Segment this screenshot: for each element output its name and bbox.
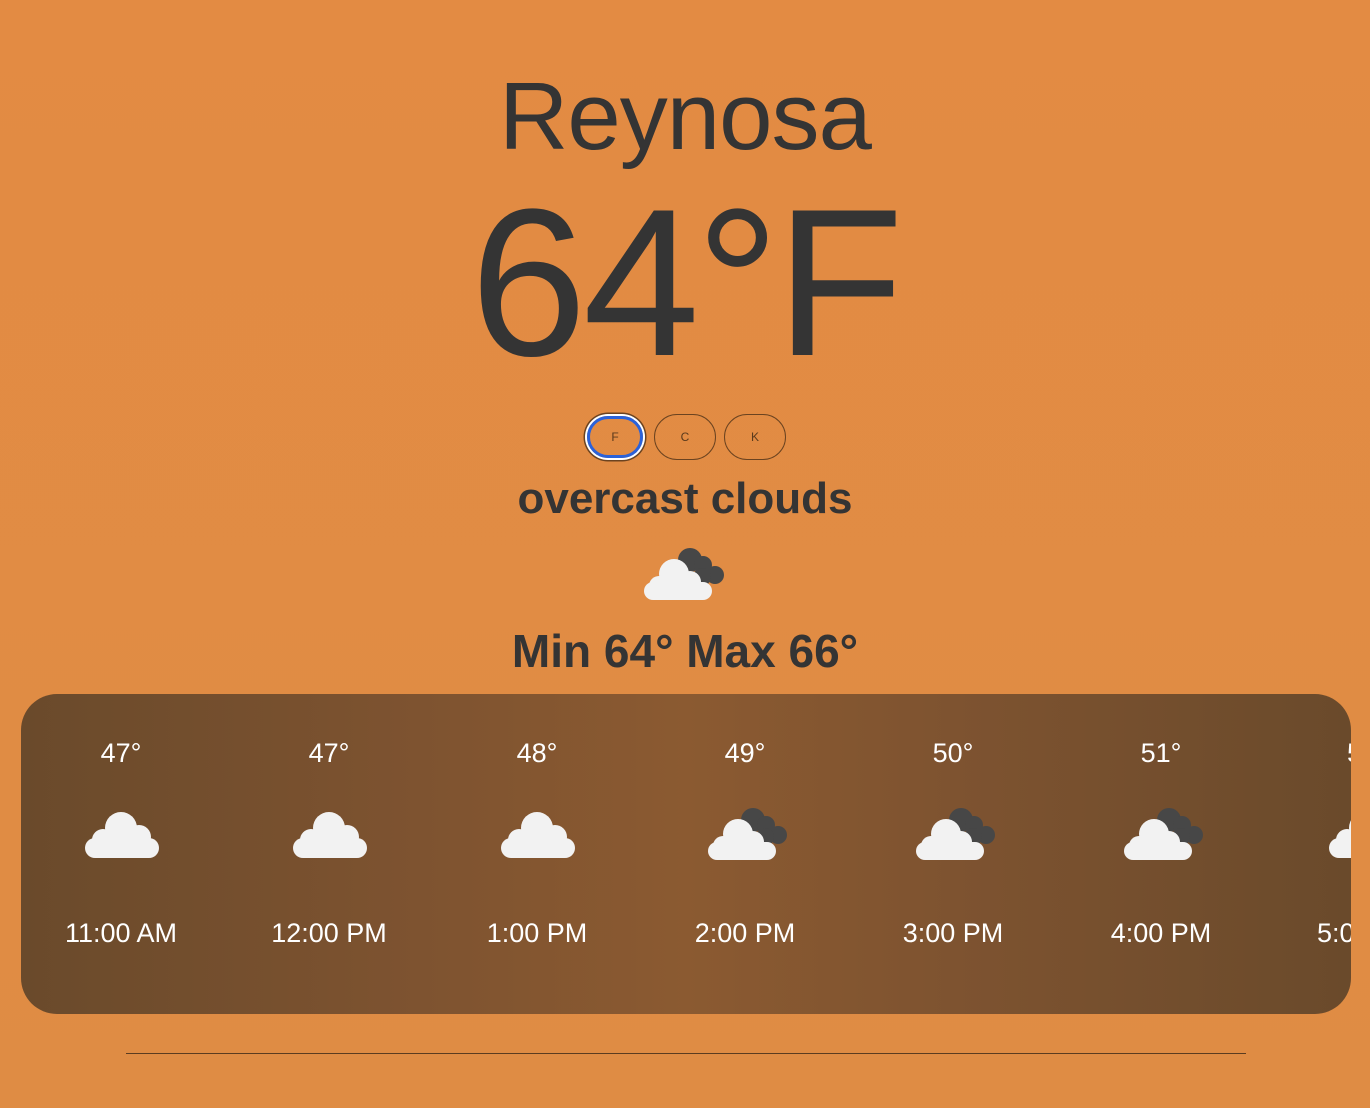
hourly-temperature: 51° <box>1140 738 1182 768</box>
hourly-forecast-item: 5 5:0 <box>1317 694 1351 1014</box>
hourly-forecast-item: 48° 1:00 PM <box>437 694 637 1014</box>
city-name: Reynosa <box>499 63 872 170</box>
hourly-temperature: 47° <box>100 738 142 768</box>
overcast-clouds-icon <box>913 804 1001 866</box>
unit-fahrenheit-button[interactable]: F <box>587 416 643 458</box>
hourly-forecast-item: 49° 2:00 PM <box>645 694 845 1014</box>
overcast-clouds-icon <box>640 542 732 604</box>
hourly-forecast-item: 51° 4:00 PM <box>1061 694 1261 1014</box>
hourly-forecast-panel[interactable]: 47° 11:00 AM 47° 12:00 PM 48° 1:00 PM 49… <box>21 694 1351 1014</box>
overcast-clouds-icon <box>705 804 793 866</box>
hourly-temperature: 5 <box>1317 738 1351 769</box>
weather-description: overcast clouds <box>517 474 853 523</box>
overcast-clouds-icon <box>1121 804 1209 866</box>
hourly-temperature: 49° <box>724 738 766 768</box>
current-temperature: 64°F <box>470 165 904 400</box>
unit-celsius-button[interactable]: C <box>654 414 716 460</box>
weather-page: Reynosa 64°F F C K overcast clouds Min 6… <box>0 0 1370 1108</box>
hourly-time: 4:00 PM <box>1110 918 1212 948</box>
hourly-forecast-item: 47° 12:00 PM <box>229 694 429 1014</box>
hourly-time: 11:00 AM <box>64 918 178 948</box>
hourly-time: 12:00 PM <box>271 918 387 948</box>
hourly-temperature: 47° <box>308 738 350 768</box>
min-max-temperature: Min 64° Max 66° <box>511 625 859 677</box>
cloud-icon <box>497 804 585 866</box>
cloud-icon <box>289 804 377 866</box>
hourly-time: 3:00 PM <box>902 918 1004 948</box>
hourly-temperature: 48° <box>516 738 558 768</box>
unit-kelvin-button[interactable]: K <box>724 414 786 460</box>
hourly-time: 1:00 PM <box>486 918 588 948</box>
hourly-forecast-item: 50° 3:00 PM <box>853 694 1053 1014</box>
cloud-icon <box>81 804 169 866</box>
divider <box>126 1053 1246 1054</box>
hourly-time: 2:00 PM <box>694 918 796 948</box>
cloud-icon <box>1325 804 1351 866</box>
hourly-time: 5:0 <box>1317 918 1351 948</box>
hourly-forecast-item: 47° 11:00 AM <box>21 694 221 1014</box>
unit-toggle-group: F C K <box>0 414 1370 460</box>
hourly-temperature: 50° <box>932 738 974 768</box>
